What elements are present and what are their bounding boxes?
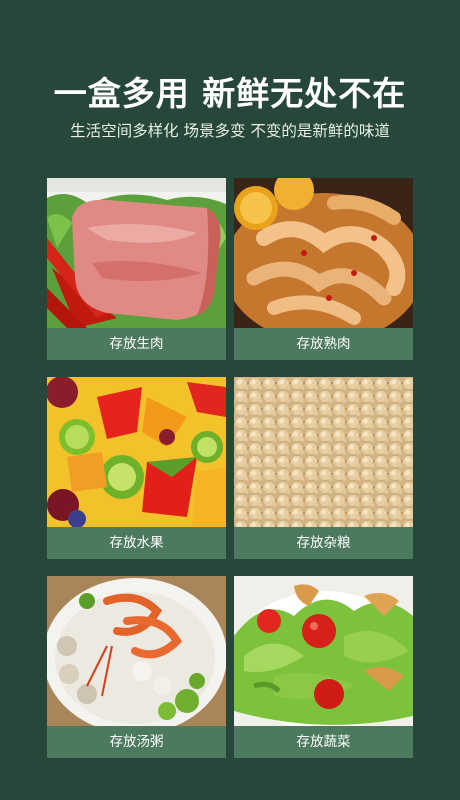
grains-photo bbox=[234, 377, 413, 527]
label-soup: 存放汤粥 bbox=[47, 726, 226, 758]
label-grains: 存放杂粮 bbox=[234, 527, 413, 559]
raw-meat-photo bbox=[47, 178, 226, 328]
vegetables-photo bbox=[234, 576, 413, 726]
cooked-meat-photo bbox=[234, 178, 413, 328]
label-vegetables: 存放蔬菜 bbox=[234, 726, 413, 758]
label-raw-meat: 存放生肉 bbox=[47, 328, 226, 360]
label-fruit: 存放水果 bbox=[47, 527, 226, 559]
subline: 生活空间多样化 场景多变 不变的是新鲜的味道 bbox=[70, 122, 390, 140]
card-grains: 存放杂粮 bbox=[234, 377, 413, 559]
card-raw-meat: 存放生肉 bbox=[47, 178, 226, 360]
card-soup: 存放汤粥 bbox=[47, 576, 226, 758]
headline: 一盒多用 新鲜无处不在 bbox=[53, 74, 407, 113]
card-fruit: 存放水果 bbox=[47, 377, 226, 559]
fruit-photo bbox=[47, 377, 226, 527]
label-cooked-meat: 存放熟肉 bbox=[234, 328, 413, 360]
card-cooked-meat: 存放熟肉 bbox=[234, 178, 413, 360]
card-vegetables: 存放蔬菜 bbox=[234, 576, 413, 758]
soup-photo bbox=[47, 576, 226, 726]
